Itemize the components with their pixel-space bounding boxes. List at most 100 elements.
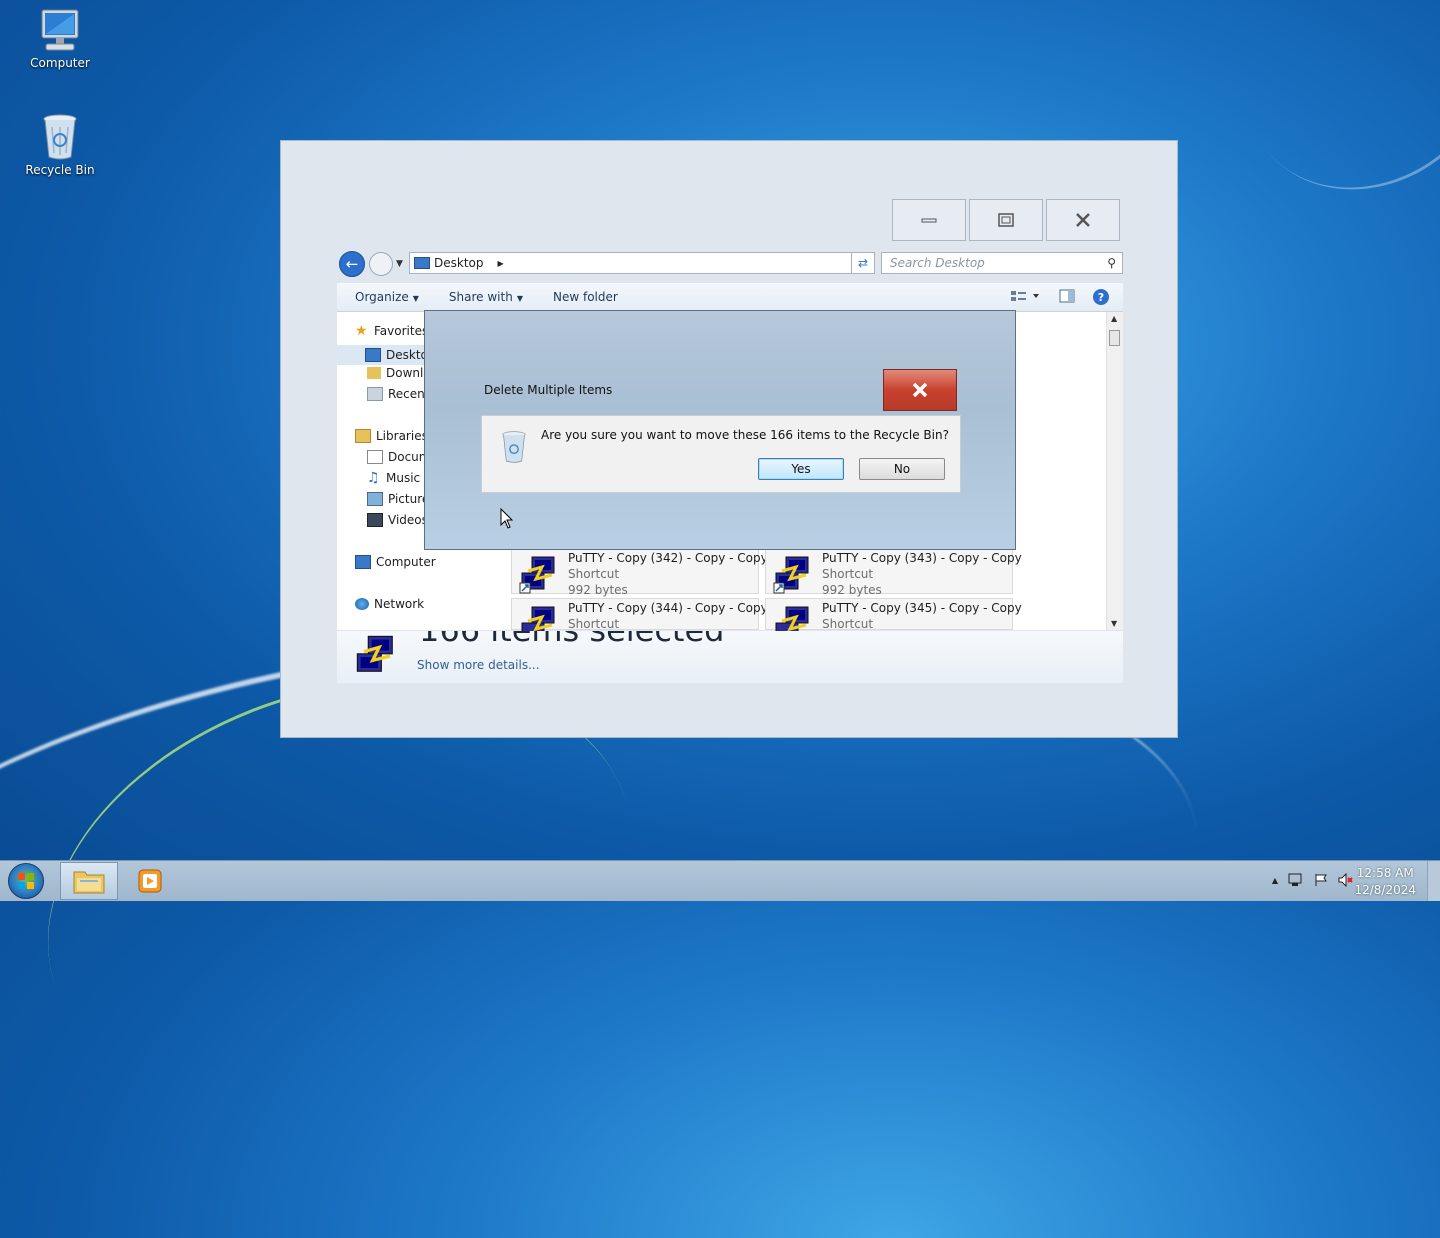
nav-item-recent[interactable]: Recent xyxy=(367,387,429,401)
nav-item-downloads[interactable]: Downl xyxy=(367,366,423,380)
clock-time: 12:58 AM xyxy=(1356,866,1414,880)
dialog-body: Are you sure you want to move these 166 … xyxy=(481,415,961,493)
taskbar: ▲ 12:58 AM 12/8/2024 xyxy=(0,860,1440,901)
system-tray: ▲ xyxy=(1272,873,1354,887)
yes-button[interactable]: Yes xyxy=(758,458,844,480)
star-icon: ★ xyxy=(355,323,368,339)
clock[interactable]: 12:58 AM 12/8/2024 xyxy=(1354,865,1416,899)
file-tile[interactable]: PuTTY - Copy (345) - Copy - Copy Shortcu… xyxy=(765,598,1022,640)
nav-item-libraries[interactable]: Libraries xyxy=(355,429,428,443)
dialog-message: Are you sure you want to move these 166 … xyxy=(541,428,949,442)
command-bar: Organize ▼ Share with ▼ New folder ? xyxy=(337,283,1123,312)
wallpaper-swoosh-top xyxy=(1199,0,1440,238)
file-type: Shortcut xyxy=(568,567,620,581)
scroll-thumb[interactable] xyxy=(1109,330,1120,346)
breadcrumb-arrow-icon[interactable]: ▶ xyxy=(498,259,504,268)
search-placeholder: Search Desktop xyxy=(890,256,985,270)
volume-muted-icon[interactable] xyxy=(1338,873,1354,887)
file-type: Shortcut xyxy=(568,617,620,631)
view-icon xyxy=(1011,290,1039,301)
file-tile[interactable]: PuTTY - Copy (344) - Copy - Copy Shortcu… xyxy=(511,598,768,640)
pictures-icon xyxy=(367,492,383,506)
documents-icon xyxy=(367,450,383,464)
file-type: Shortcut xyxy=(822,617,874,631)
recent-places-icon xyxy=(367,387,383,401)
file-type: Shortcut xyxy=(822,567,874,581)
desktop-icon-label: Recycle Bin xyxy=(25,163,95,177)
scroll-up-icon[interactable]: ▲ xyxy=(1111,314,1117,323)
breadcrumb-desktop[interactable]: Desktop xyxy=(434,256,484,270)
refresh-icon: ⇄ xyxy=(857,256,869,270)
minimize-button[interactable] xyxy=(892,199,966,241)
search-input[interactable]: Search Desktop ⚲ xyxy=(881,252,1123,274)
new-folder-button[interactable]: New folder xyxy=(553,290,618,304)
organize-button[interactable]: Organize ▼ xyxy=(355,290,419,304)
chevron-down-icon: ▼ xyxy=(516,294,523,303)
file-name: PuTTY - Copy (342) - Copy - Copy xyxy=(568,551,768,565)
putty-shortcut-icon xyxy=(773,556,809,594)
close-icon xyxy=(912,382,928,398)
clock-date: 12/8/2024 xyxy=(1354,883,1416,897)
desktop-icon xyxy=(365,348,381,362)
show-hidden-icons-icon[interactable]: ▲ xyxy=(1272,876,1278,885)
nav-item-computer[interactable]: Computer xyxy=(355,555,436,569)
refresh-button[interactable]: ⇄ xyxy=(851,252,875,274)
share-with-button[interactable]: Share with ▼ xyxy=(449,290,523,304)
file-name: PuTTY - Copy (343) - Copy - Copy xyxy=(822,551,1022,565)
change-view-button[interactable] xyxy=(1011,290,1041,305)
show-more-details-link[interactable]: Show more details... xyxy=(417,658,540,672)
nav-item-favorites[interactable]: ★ Favorites xyxy=(355,324,428,338)
media-player-icon xyxy=(138,869,162,893)
chevron-down-icon: ▼ xyxy=(412,294,419,303)
recycle-bin-icon xyxy=(43,114,77,160)
nav-item-network[interactable]: Network xyxy=(355,597,424,611)
desktop-icon-recycle-bin[interactable]: Recycle Bin xyxy=(15,113,105,177)
libraries-icon xyxy=(355,429,371,443)
desktop-icon-computer[interactable]: Computer xyxy=(15,8,105,70)
file-size: 992 bytes xyxy=(568,583,628,597)
desktop-location-icon xyxy=(414,257,430,269)
action-center-flag-icon[interactable] xyxy=(1314,873,1328,887)
recycle-bin-icon xyxy=(502,431,526,463)
preview-pane-button[interactable] xyxy=(1059,289,1075,306)
help-icon[interactable]: ? xyxy=(1093,289,1109,305)
vertical-scrollbar[interactable]: ▲ ▼ xyxy=(1106,312,1123,630)
back-arrow-icon: ← xyxy=(345,255,359,273)
taskbar-media-player-button[interactable] xyxy=(124,862,176,900)
no-button[interactable]: No xyxy=(859,458,945,480)
nav-item-documents[interactable]: Docum xyxy=(367,450,430,464)
downloads-folder-icon xyxy=(367,367,381,379)
taskbar-explorer-button[interactable] xyxy=(60,862,118,900)
nav-item-music[interactable]: ♫ Music xyxy=(367,471,420,485)
nav-item-pictures[interactable]: Picture xyxy=(367,492,429,506)
mouse-cursor-icon xyxy=(500,508,514,529)
dialog-title: Delete Multiple Items xyxy=(484,383,613,397)
caption-buttons xyxy=(892,199,1120,241)
search-icon[interactable]: ⚲ xyxy=(1107,253,1116,273)
windows-logo-icon xyxy=(18,873,34,889)
back-button[interactable]: ← xyxy=(339,251,365,277)
recent-pages-dropdown[interactable]: ▼ xyxy=(396,259,403,269)
navigation-bar: ← ▼ Desktop ▶ ▼ ⇄ Search Desktop ⚲ xyxy=(339,251,1123,277)
network-globe-icon xyxy=(355,598,369,610)
putty-shortcut-icon xyxy=(519,556,555,594)
address-bar[interactable]: Desktop ▶ ▼ xyxy=(409,252,875,274)
nav-item-videos[interactable]: Videos xyxy=(367,513,428,527)
close-button[interactable] xyxy=(1046,199,1120,241)
forward-button[interactable] xyxy=(369,252,393,276)
dialog-close-button[interactable] xyxy=(883,369,957,411)
file-tile[interactable]: PuTTY - Copy (343) - Copy - Copy Shortcu… xyxy=(765,548,1022,597)
minimize-icon xyxy=(921,218,937,223)
file-tile[interactable]: PuTTY - Copy (342) - Copy - Copy Shortcu… xyxy=(511,548,768,597)
show-desktop-button[interactable] xyxy=(1427,861,1440,901)
file-name: PuTTY - Copy (345) - Copy - Copy xyxy=(822,601,1022,615)
file-size: 992 bytes xyxy=(822,583,882,597)
selection-summary: 166 items selected xyxy=(419,631,724,649)
network-icon[interactable] xyxy=(1288,873,1304,887)
computer-icon xyxy=(355,555,371,569)
maximize-icon xyxy=(998,213,1014,227)
details-pane: 166 items selected Show more details... xyxy=(337,631,1123,683)
start-button[interactable] xyxy=(8,863,44,899)
maximize-button[interactable] xyxy=(969,199,1043,241)
scroll-down-icon[interactable]: ▼ xyxy=(1111,619,1117,628)
